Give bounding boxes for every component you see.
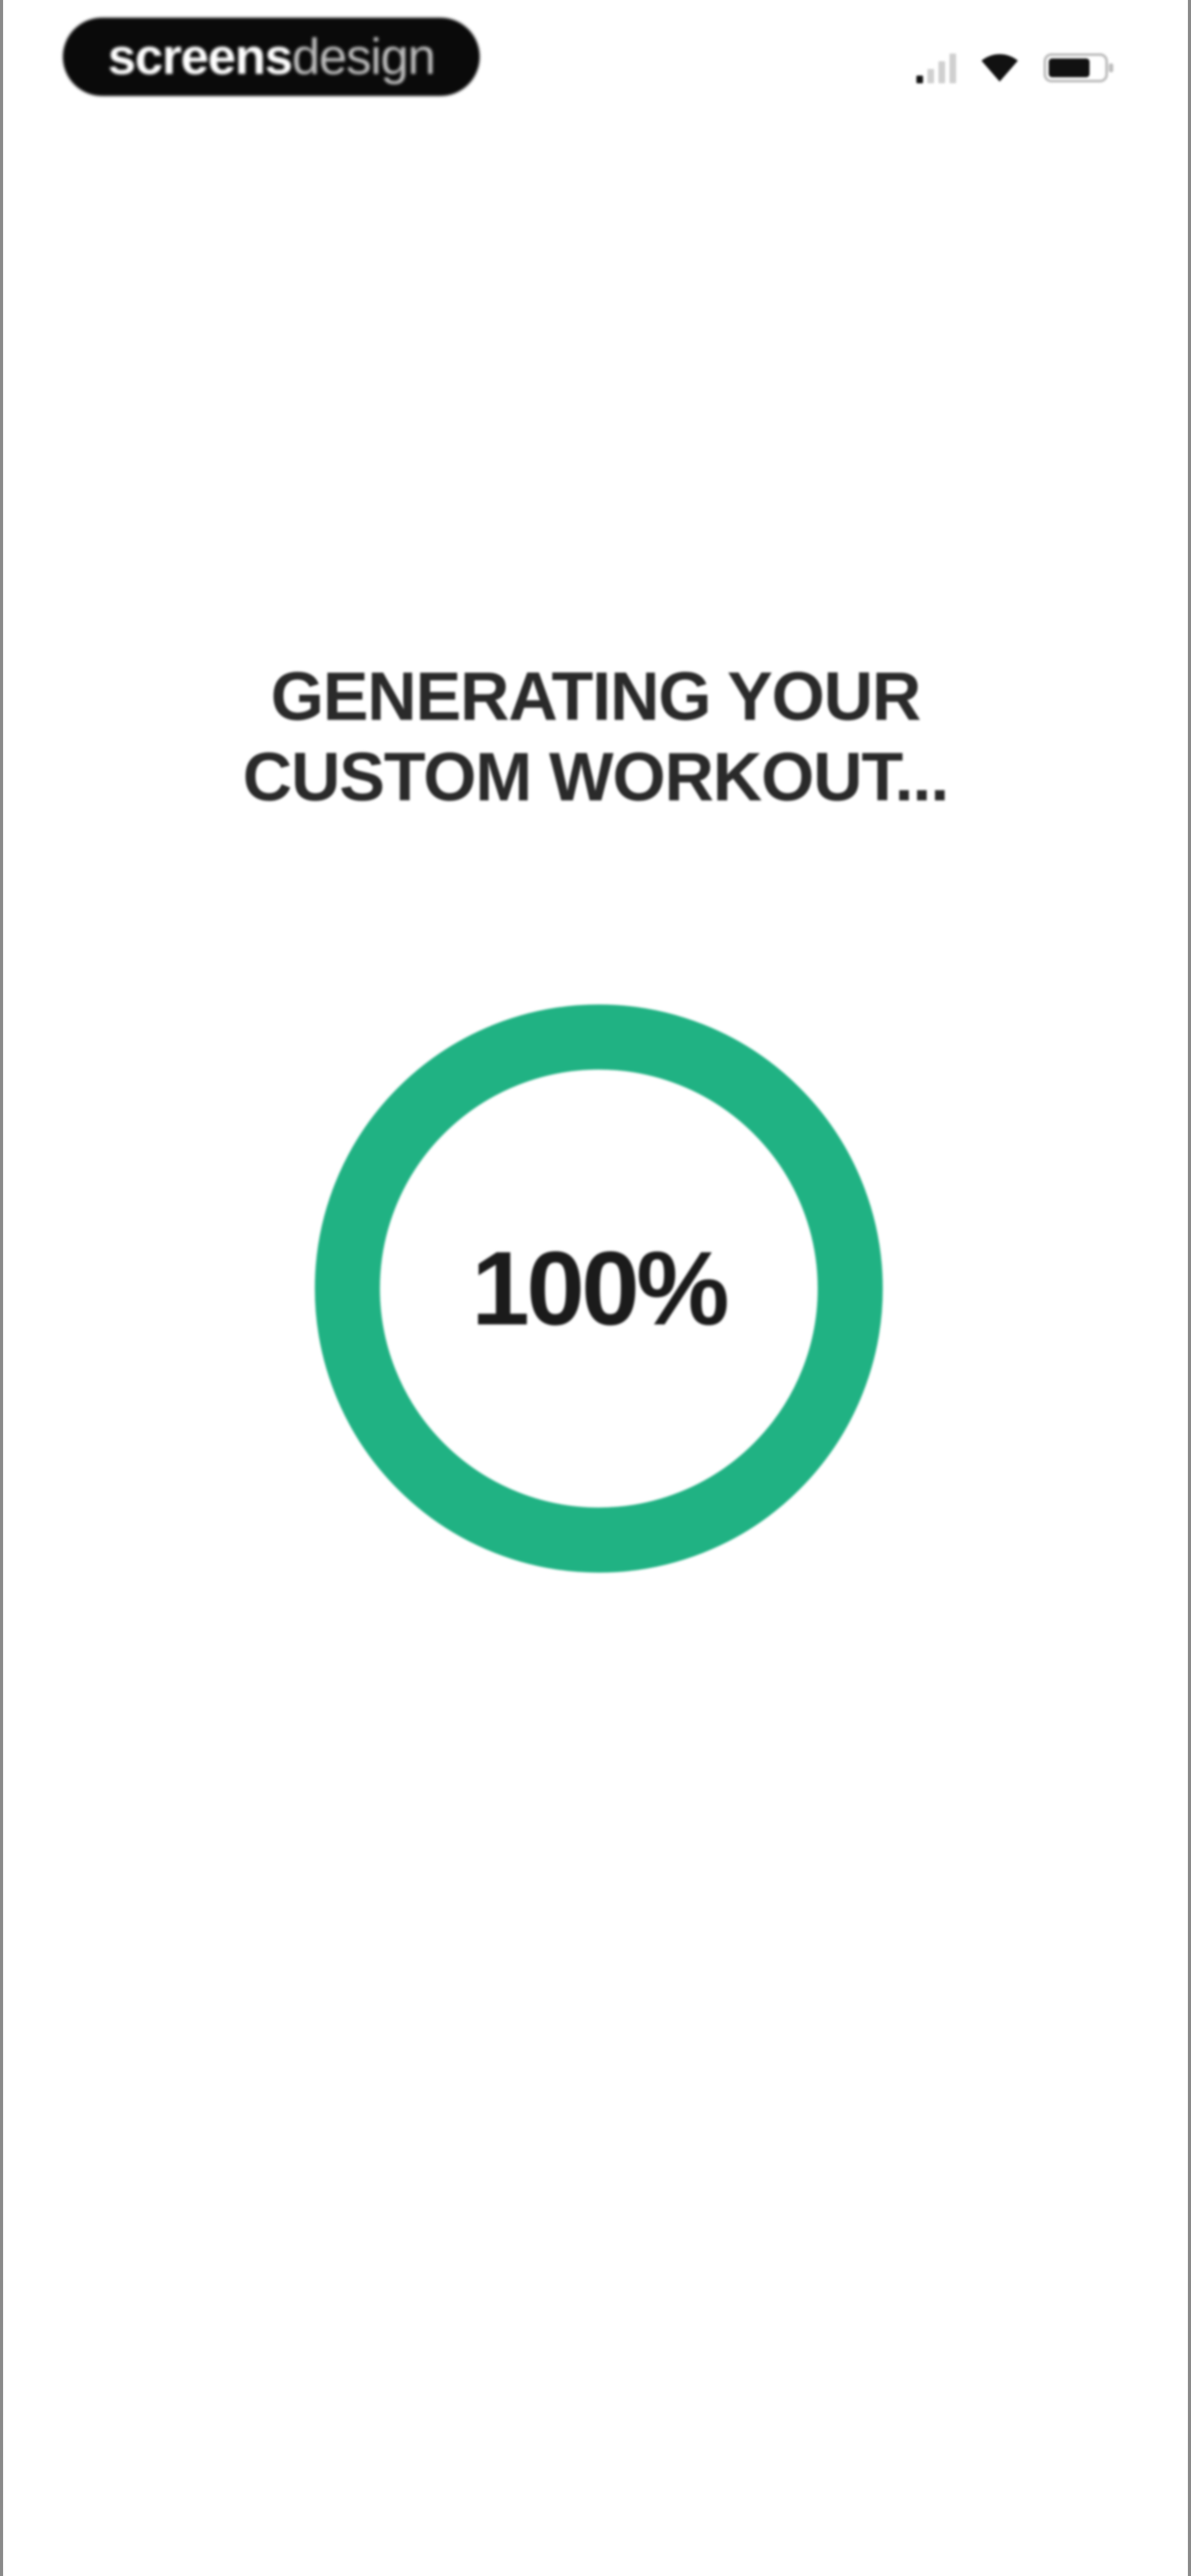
progress-percentage: 100% <box>471 1230 729 1347</box>
headline-line-2: CUSTOM WORKOUT... <box>243 739 949 815</box>
progress-ring: 100% <box>314 1004 883 1573</box>
headline-line-1: GENERATING YOUR <box>271 659 921 735</box>
loading-headline: GENERATING YOUR CUSTOM WORKOUT... <box>3 656 1188 817</box>
loading-screen: GENERATING YOUR CUSTOM WORKOUT... 100% <box>3 0 1188 2576</box>
